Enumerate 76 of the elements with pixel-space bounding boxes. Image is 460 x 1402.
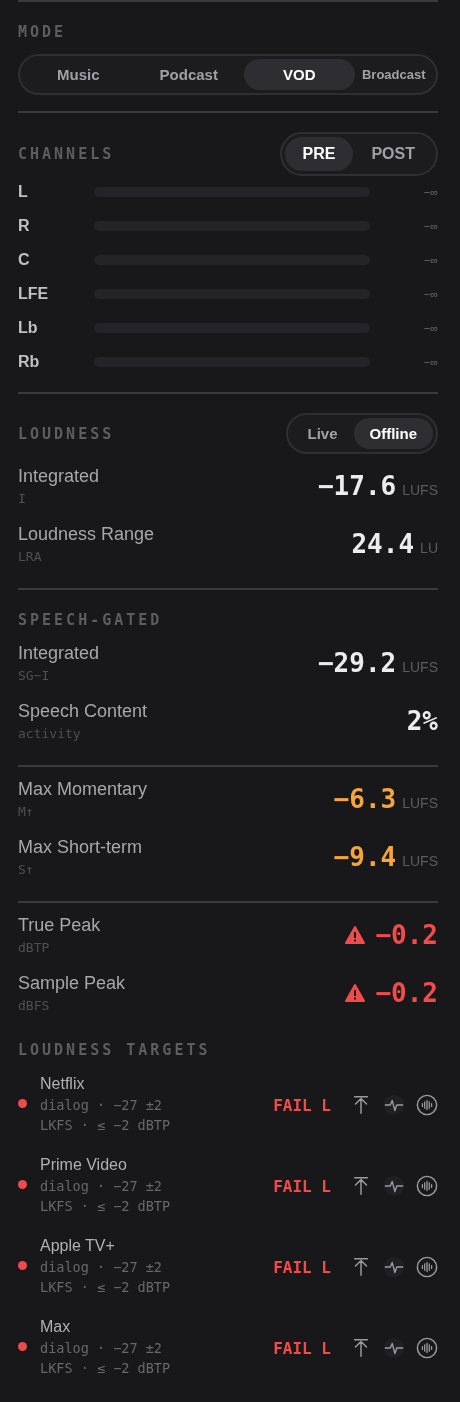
metric-value: −29.2 [317, 648, 397, 678]
metric-value: −9.4 [333, 842, 397, 872]
metric-value: −0.2 [375, 978, 438, 1008]
metric-label: Integrated [18, 643, 100, 664]
mode-option[interactable]: Broadcast [354, 59, 433, 90]
metric-label: Max Short-term [18, 837, 143, 858]
channel-label: LFE [18, 285, 50, 303]
status-label: FAIL L [273, 1338, 331, 1358]
target-spec: dialog · −27 ±2 LKFS · ≤ −2 dBTP [40, 1339, 172, 1378]
status-label: FAIL L [273, 1257, 331, 1277]
toggle-option[interactable]: POST [353, 137, 433, 171]
waveform-icon[interactable] [416, 1256, 438, 1278]
metric-value: 24.4 [351, 529, 415, 559]
warning-icon [345, 926, 366, 944]
metric-unit: LU [420, 540, 438, 556]
channel-label: L [18, 183, 29, 201]
toggle-option[interactable]: Offline [353, 418, 433, 449]
channel-label: Lb [18, 319, 39, 337]
metric-label: Integrated [18, 466, 100, 487]
metric-sublabel: activity [18, 726, 82, 741]
waveform-icon[interactable] [416, 1175, 438, 1197]
target-spec: dialog · −27 ±2 LKFS · ≤ −2 dBTP [40, 1096, 172, 1135]
pulse-icon[interactable] [383, 1094, 405, 1116]
pulse-icon[interactable] [383, 1175, 405, 1197]
toggle-option[interactable]: PRE [284, 137, 354, 171]
metric-unit: LUFS [402, 482, 438, 498]
pulse-icon[interactable] [383, 1256, 405, 1278]
waveform-icon[interactable] [416, 1337, 438, 1359]
target-name: Apple TV+ [40, 1237, 116, 1255]
metric-label: Loudness Range [18, 524, 155, 545]
section-heading: LOUDNESS TARGETS [18, 1041, 211, 1059]
target-spec: dialog · −27 ±2 LKFS · ≤ −2 dBTP [40, 1258, 172, 1297]
channel-label: R [18, 217, 31, 235]
metric-sublabel: LRA [18, 549, 43, 564]
metric-sublabel: S↑ [18, 862, 35, 877]
meter-reading: −∞ [423, 356, 438, 368]
metric-unit: LUFS [402, 853, 438, 869]
metric-value: −6.3 [333, 784, 397, 814]
metric-unit: LUFS [402, 659, 438, 675]
section-heading: SPEECH-GATED [18, 611, 163, 629]
metric-label: True Peak [18, 915, 101, 936]
target-name: Netflix [40, 1075, 86, 1093]
pulse-icon[interactable] [383, 1337, 405, 1359]
metric-sublabel: dBFS [18, 998, 51, 1013]
metric-value: −0.2 [375, 920, 438, 950]
metric-sublabel: M↑ [18, 804, 35, 819]
metric-label: Speech Content [18, 701, 148, 722]
target-name: Max [40, 1318, 72, 1336]
target-spec: dialog · −27 ±2 LKFS · ≤ −2 dBTP [40, 1177, 172, 1216]
section-heading: LOUDNESS [18, 424, 115, 443]
toggle-option[interactable]: Live [291, 418, 354, 449]
channel-label: C [18, 251, 31, 269]
channel-label: Rb [18, 353, 41, 371]
metric-value: −17.6 [317, 471, 397, 501]
mode-option[interactable]: Music [23, 59, 134, 90]
metric-label: Max Momentary [18, 779, 148, 800]
metric-label: Sample Peak [18, 973, 126, 994]
meter-reading: −∞ [423, 186, 438, 198]
meter-reading: −∞ [423, 288, 438, 300]
status-label: FAIL L [273, 1095, 331, 1115]
metric-sublabel: dBTP [18, 940, 51, 955]
metric-sublabel: SG−I [18, 668, 51, 683]
mode-option[interactable]: VOD [244, 59, 355, 90]
section-heading: MODE [18, 23, 67, 41]
warning-icon [345, 984, 366, 1002]
meter-reading: −∞ [423, 254, 438, 266]
status-label: FAIL L [273, 1176, 331, 1196]
metric-sublabel: I [18, 491, 27, 506]
section-heading: CHANNELS [18, 145, 115, 163]
waveform-icon[interactable] [416, 1094, 438, 1116]
meter-reading: −∞ [423, 220, 438, 232]
meter-reading: −∞ [423, 322, 438, 334]
target-name: Prime Video [40, 1156, 128, 1174]
metric-unit: LUFS [402, 795, 438, 811]
metric-value: 2% [406, 706, 438, 736]
mode-option[interactable]: Podcast [133, 59, 244, 90]
